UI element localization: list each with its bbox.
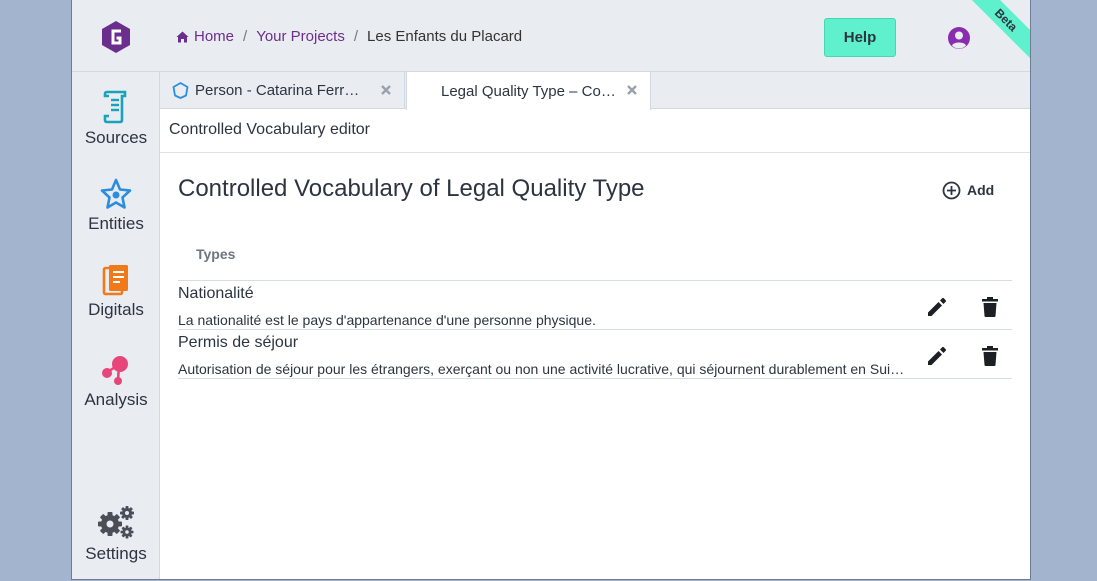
type-description: Autorisation de séjour pour les étranger… — [178, 361, 911, 377]
table-row: Nationalité La nationalité est le pays d… — [178, 281, 1012, 329]
tab-person[interactable]: Person - Catarina Ferreira — [160, 72, 405, 109]
pencil-icon[interactable] — [926, 296, 948, 318]
divider — [178, 378, 1012, 379]
breadcrumb: Home / Your Projects / Les Enfants du Pl… — [176, 28, 522, 45]
type-description: La nationalité est le pays d'appartenanc… — [178, 312, 596, 328]
sidebar-item-label: Digitals — [88, 300, 144, 319]
breadcrumb-home[interactable]: Home — [176, 28, 234, 45]
scroll-icon — [103, 90, 127, 124]
tab-bar: Person - Catarina Ferreira Legal Quality… — [160, 72, 1030, 110]
tab-label: Legal Quality Type – Controlled Vocabula… — [441, 82, 619, 100]
star-icon — [100, 178, 132, 209]
sidebar-item-entities[interactable]: Entities — [72, 178, 160, 234]
sidebar: Sources Entities Digitals Analysis Setti… — [72, 72, 160, 579]
breadcrumb-current-project: Les Enfants du Placard — [367, 28, 523, 45]
gears-icon — [98, 506, 134, 539]
sidebar-item-label: Sources — [84, 128, 148, 147]
pencil-icon[interactable] — [926, 345, 948, 367]
type-name: Nationalité — [178, 285, 254, 302]
geovistory-logo-icon[interactable] — [100, 20, 132, 54]
sidebar-item-label: Entities — [88, 214, 144, 233]
trash-icon[interactable] — [980, 296, 1000, 318]
user-circle-icon[interactable] — [947, 26, 971, 50]
divider — [160, 152, 1030, 153]
sidebar-item-digitals[interactable]: Digitals — [72, 264, 160, 320]
breadcrumb-separator: / — [243, 28, 248, 45]
table-row: Permis de séjour Autorisation de séjour … — [178, 330, 1012, 378]
network-icon — [102, 356, 128, 385]
sidebar-item-label: Analysis — [84, 390, 148, 409]
person-tab-icon — [172, 82, 189, 99]
sidebar-item-sources[interactable]: Sources — [72, 90, 160, 148]
breadcrumb-home-label: Home — [194, 28, 235, 45]
sidebar-item-analysis[interactable]: Analysis — [72, 354, 160, 410]
trash-icon[interactable] — [980, 345, 1000, 367]
close-icon[interactable] — [626, 84, 638, 96]
top-bar: Home / Your Projects / Les Enfants du Pl… — [72, 0, 1030, 72]
column-header-types: Types — [196, 246, 236, 262]
tab-controlled-vocabulary[interactable]: Legal Quality Type – Controlled Vocabula… — [406, 72, 651, 110]
breadcrumb-separator: / — [353, 28, 359, 45]
add-button-label: Add — [967, 182, 995, 198]
sidebar-item-label: Settings — [85, 544, 147, 563]
home-icon — [176, 31, 189, 42]
tab-label: Person - Catarina Ferreira — [195, 82, 367, 99]
add-button[interactable]: Add — [942, 178, 994, 202]
type-name: Permis de séjour — [178, 334, 299, 351]
breadcrumb-your-projects[interactable]: Your Projects — [256, 28, 345, 45]
beta-ribbon: Beta — [964, 0, 1030, 62]
help-button[interactable]: Help — [824, 18, 896, 57]
sidebar-item-settings[interactable]: Settings — [72, 504, 160, 564]
document-icon — [102, 265, 128, 296]
page-title: Controlled Vocabulary of Legal Quality T… — [178, 175, 645, 202]
panel-title: Controlled Vocabulary editor — [169, 121, 371, 138]
close-icon[interactable] — [380, 84, 392, 96]
plus-circle-icon — [942, 181, 961, 199]
app-window: Home / Your Projects / Les Enfants du Pl… — [71, 0, 1031, 580]
